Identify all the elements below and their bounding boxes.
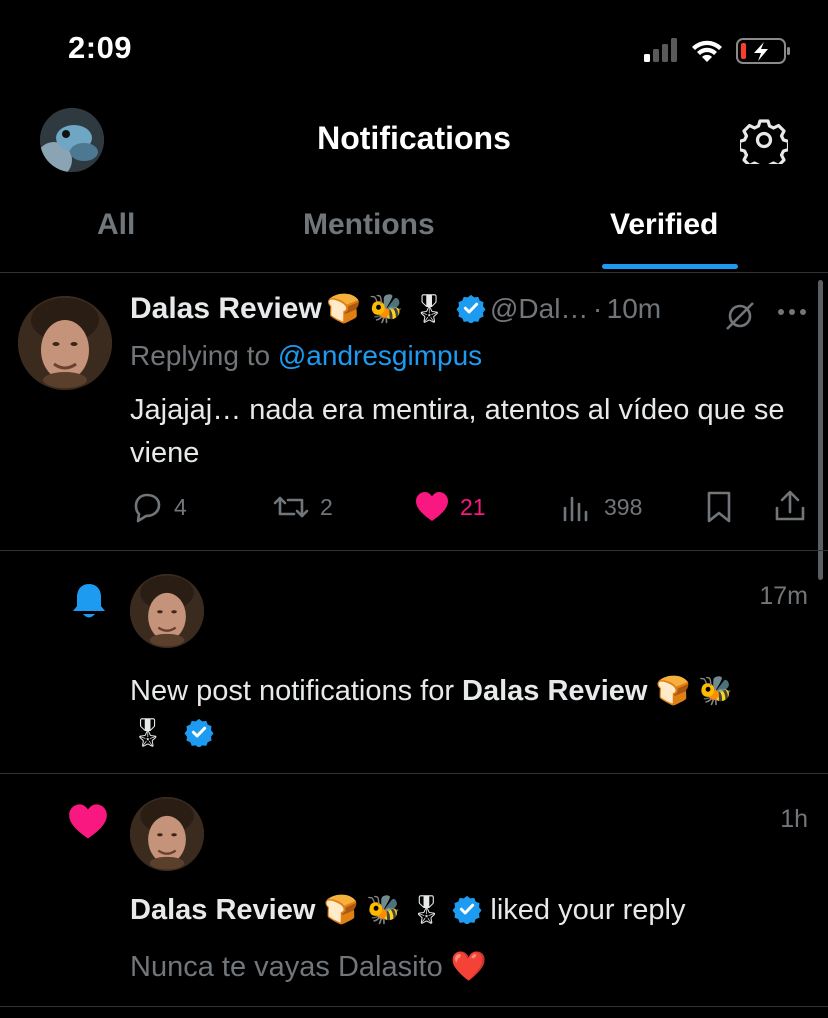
notification-time: 1h: [780, 805, 808, 833]
view-count: 398: [604, 493, 643, 520]
like-count: 21: [460, 493, 486, 520]
more-options-button[interactable]: [776, 298, 808, 331]
author-avatar-image: [18, 296, 112, 390]
share-icon: [775, 490, 805, 521]
reply-icon: [134, 493, 161, 523]
repost-icon: [273, 496, 309, 518]
not-interested-button[interactable]: [722, 298, 758, 339]
author-handle[interactable]: @Dal…: [490, 293, 588, 324]
replying-to-handle[interactable]: @andresgimpus: [278, 340, 482, 371]
notification-tabs: All Mentions Verified: [0, 196, 828, 272]
verified-badge-icon: [184, 718, 214, 748]
notification-text[interactable]: Dalas Review 🍞 🐝 🎖 liked your reply: [130, 893, 820, 927]
battery-low-icon: [736, 38, 790, 64]
notification-bell: [68, 580, 110, 627]
author-name[interactable]: Dalas Review: [130, 292, 322, 325]
status-time: 2:09: [68, 30, 133, 65]
notification-name: Dalas Review: [130, 894, 316, 926]
post-author-avatar[interactable]: [18, 296, 112, 390]
divider: [0, 550, 828, 551]
settings-button[interactable]: [737, 116, 791, 172]
cellular-signal-icon: [644, 38, 677, 62]
notification-action: liked your reply: [490, 894, 686, 926]
share-button[interactable]: [772, 488, 808, 529]
like-button[interactable]: 21: [414, 490, 486, 524]
more-dots-icon: [778, 309, 806, 315]
bell-icon: [73, 584, 105, 618]
verified-badge-icon: [452, 895, 482, 925]
reply-button[interactable]: 4: [130, 490, 187, 524]
page-title: Notifications: [317, 120, 511, 156]
tab-verified[interactable]: Verified: [610, 208, 718, 242]
heart-filled-icon: [416, 492, 448, 521]
divider: [0, 1006, 828, 1007]
author-emojis: 🍞 🐝 🎖: [326, 293, 448, 324]
heart-filled-icon: [69, 804, 107, 839]
tab-all[interactable]: All: [97, 208, 135, 242]
notification-prefix: New post notifications for: [130, 675, 454, 707]
status-icons: [644, 36, 794, 66]
notification-emojis: 🍞 🐝 🎖: [323, 894, 445, 925]
repost-count: 2: [320, 493, 333, 520]
bookmark-icon: [707, 491, 731, 523]
notification-heart: [66, 802, 110, 847]
divider: [0, 272, 828, 273]
red-heart-emoji: ❤️: [450, 951, 487, 983]
author-avatar-image: [130, 574, 204, 648]
views-chart-icon: [563, 496, 588, 522]
post-header: Dalas Review 🍞 🐝 🎖 @Dal… · 10m: [130, 292, 820, 332]
notification-time: 17m: [759, 582, 808, 610]
no-entry-icon: [726, 302, 754, 330]
notification-name: Dalas Review: [462, 675, 648, 707]
gear-icon: [737, 119, 791, 172]
quoted-reply[interactable]: Nunca te vayas Dalasito ❤️: [130, 950, 487, 984]
post-text: Jajajaj… nada era mentira, atentos al ví…: [130, 394, 785, 469]
wifi-icon: [692, 40, 722, 62]
notification-text[interactable]: New post notifications for Dalas Review …: [130, 670, 820, 754]
author-avatar-image: [130, 797, 204, 871]
notification-emojis: 🎖: [130, 717, 166, 748]
views-button[interactable]: 398: [560, 490, 642, 524]
separator-dot: ·: [592, 293, 603, 324]
replying-to-line: Replying to @andresgimpus: [130, 340, 482, 372]
reply-count: 4: [174, 493, 187, 520]
notification-avatar[interactable]: [130, 797, 204, 871]
tab-mentions[interactable]: Mentions: [303, 208, 435, 242]
repost-button[interactable]: 2: [272, 490, 333, 524]
notification-emojis: 🍞 🐝: [655, 675, 734, 706]
verified-badge-icon: [456, 294, 486, 324]
bookmark-button[interactable]: [703, 490, 735, 529]
divider: [0, 773, 828, 774]
post-time: 10m: [606, 293, 662, 324]
notification-avatar[interactable]: [130, 574, 204, 648]
quoted-reply-text: Nunca te vayas Dalasito: [130, 951, 443, 983]
active-tab-indicator: [602, 264, 738, 269]
replying-to-label: Replying to: [130, 340, 271, 371]
